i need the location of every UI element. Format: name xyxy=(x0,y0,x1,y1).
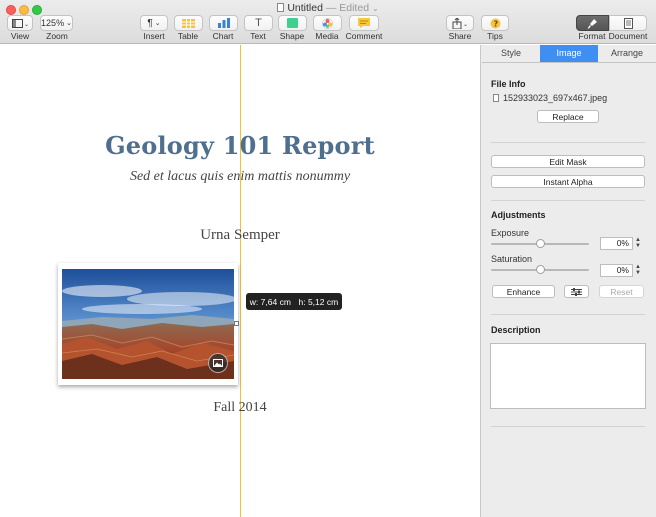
svg-text:⌄: ⌄ xyxy=(463,21,468,28)
levels-button[interactable] xyxy=(564,285,589,298)
title-menu-chevron-icon[interactable]: ⌄ xyxy=(372,4,379,13)
lightbulb-icon: ? xyxy=(490,18,500,28)
divider xyxy=(491,142,645,143)
insert-button[interactable]: ¶ ⌄ xyxy=(140,15,168,31)
shape-button[interactable] xyxy=(278,15,307,31)
exposure-slider-knob[interactable] xyxy=(535,239,545,248)
exposure-stepper[interactable]: ▲ ▼ xyxy=(635,237,641,250)
text-icon: T xyxy=(255,17,262,29)
document-icon xyxy=(277,3,285,12)
saturation-field[interactable]: 0% xyxy=(600,264,633,277)
instant-alpha-button[interactable]: Instant Alpha xyxy=(491,175,645,188)
adjustments-heading: Adjustments xyxy=(491,210,546,220)
document-title[interactable]: Geology 101 Report xyxy=(0,131,480,160)
saturation-stepper[interactable]: ▲ ▼ xyxy=(635,264,641,277)
tips-button[interactable]: ? xyxy=(481,15,509,31)
window-title-bar: Untitled — Edited ⌄ xyxy=(0,2,656,14)
svg-text:⌄: ⌄ xyxy=(24,21,28,28)
comment-button[interactable] xyxy=(349,15,379,31)
share-button[interactable]: ⌄ xyxy=(446,15,474,31)
media-button[interactable] xyxy=(313,15,342,31)
tooltip-width: w: 7,64 cm xyxy=(249,296,291,307)
format-inspector: Style Image Arrange File Info 152933023_… xyxy=(480,45,656,517)
zoom-select[interactable]: 125% ⌄ xyxy=(40,15,73,31)
dimension-tooltip: w: 7,64 cm h: 5,12 cm xyxy=(246,293,342,310)
divider xyxy=(491,200,645,201)
tooltip-height: h: 5,12 cm xyxy=(298,296,339,307)
exposure-label: Exposure xyxy=(491,228,530,238)
svg-text:?: ? xyxy=(493,19,498,28)
view-button[interactable]: ⌄ xyxy=(7,15,33,31)
comment-icon xyxy=(358,18,370,28)
file-name: 152933023_697x467.jpeg xyxy=(503,93,608,103)
zoom-label: Zoom xyxy=(46,31,68,41)
share-icon: ⌄ xyxy=(452,17,468,29)
tab-image[interactable]: Image xyxy=(540,45,598,62)
chart-icon xyxy=(217,18,230,28)
inspector-tabs: Style Image Arrange xyxy=(482,45,656,63)
shape-icon xyxy=(287,18,298,28)
table-button[interactable] xyxy=(174,15,203,31)
file-info-heading: File Info xyxy=(491,79,526,89)
divider xyxy=(491,426,645,427)
document-canvas[interactable]: Geology 101 Report Sed et lacus quis eni… xyxy=(0,45,480,517)
comment-label: Comment xyxy=(345,31,383,41)
divider xyxy=(491,314,645,315)
media-icon xyxy=(322,17,333,29)
document-date[interactable]: Fall 2014 xyxy=(0,400,480,416)
image-placeholder[interactable] xyxy=(58,263,239,385)
window-title: Untitled xyxy=(287,2,323,14)
edit-mask-button[interactable]: Edit Mask xyxy=(491,155,645,168)
saturation-label: Saturation xyxy=(491,254,533,264)
format-button[interactable] xyxy=(576,15,609,31)
chart-button[interactable] xyxy=(209,15,238,31)
chevron-down-icon: ⌄ xyxy=(66,20,72,27)
description-heading: Description xyxy=(491,325,541,335)
image-icon xyxy=(213,359,223,367)
document-label: Document xyxy=(608,31,648,41)
tab-style[interactable]: Style xyxy=(482,45,540,62)
document-subtitle[interactable]: Sed et lacus quis enim mattis nonummy xyxy=(0,169,480,185)
paintbrush-icon xyxy=(587,18,597,28)
description-field[interactable] xyxy=(490,343,646,409)
replace-button[interactable]: Replace xyxy=(537,110,599,123)
tips-label: Tips xyxy=(487,31,503,41)
enhance-button[interactable]: Enhance xyxy=(492,285,555,298)
exposure-field[interactable]: 0% xyxy=(600,237,633,250)
text-button[interactable]: T xyxy=(244,15,273,31)
sliders-icon xyxy=(571,287,582,296)
saturation-slider-knob[interactable] xyxy=(535,265,545,274)
document-author[interactable]: Urna Semper xyxy=(0,227,480,244)
pilcrow-icon: ¶ xyxy=(147,17,153,29)
document-icon xyxy=(623,17,633,29)
canyon-photo[interactable] xyxy=(62,269,234,379)
file-icon xyxy=(493,94,499,102)
reset-button[interactable]: Reset xyxy=(599,285,644,298)
replace-image-icon[interactable] xyxy=(208,353,228,373)
zoom-value: 125% xyxy=(41,18,65,28)
document-button[interactable] xyxy=(609,15,647,31)
edited-status: — Edited xyxy=(325,2,370,14)
toolbar: Untitled — Edited ⌄ ⌄ View 125% ⌄ Zoom ¶… xyxy=(0,0,656,44)
resize-handle[interactable] xyxy=(234,321,239,326)
alignment-guide xyxy=(240,45,241,517)
chevron-down-icon: ⌄ xyxy=(154,20,161,27)
tab-arrange[interactable]: Arrange xyxy=(598,45,656,62)
sidebar-view-icon: ⌄ xyxy=(12,18,28,28)
table-icon xyxy=(182,18,195,28)
